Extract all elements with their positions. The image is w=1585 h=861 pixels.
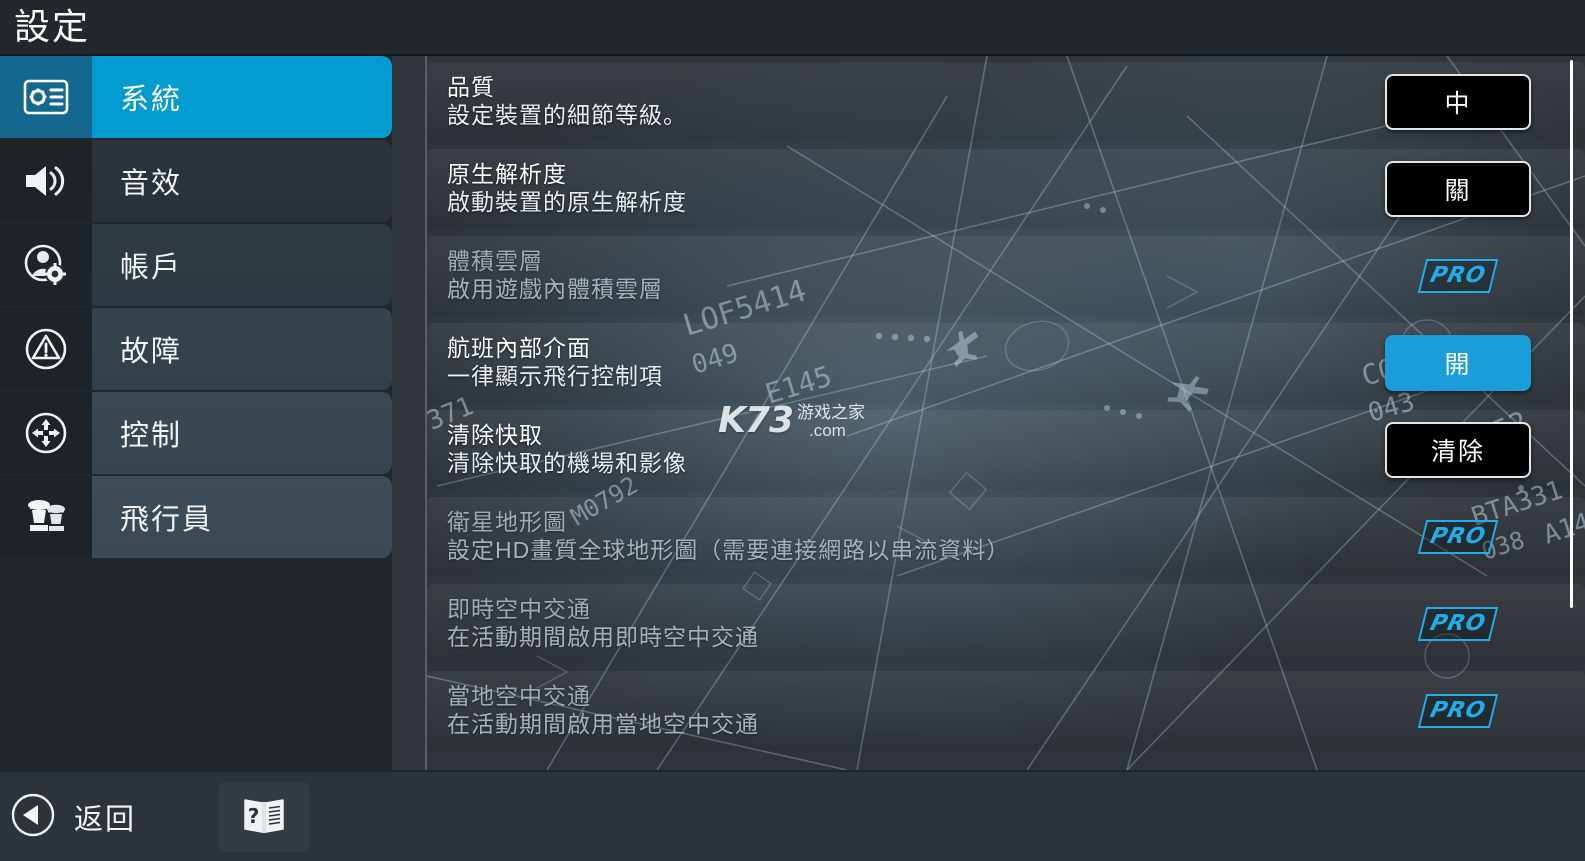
row-control: PRO: [1333, 671, 1583, 751]
sidebar-item-controls-labelbox: 控制: [92, 392, 392, 474]
row-title: 即時空中交通: [447, 596, 591, 622]
row-title: 航班內部介面: [447, 335, 591, 361]
row-title: 清除快取: [447, 422, 543, 448]
row-description: 在活動期間啟用當地空中交通: [447, 711, 759, 737]
sidebar-item-account[interactable]: 帳戶: [0, 224, 392, 306]
sidebar-item-controls[interactable]: 控制: [0, 392, 392, 474]
row-control: 關: [1333, 149, 1583, 229]
in-flight-ui-toggle-button[interactable]: 開: [1385, 335, 1531, 391]
row-control: 開: [1333, 323, 1583, 403]
row-description: 在活動期間啟用即時空中交通: [447, 624, 759, 650]
setting-row-quality[interactable]: 品質 設定裝置的細節等級。 中: [427, 62, 1585, 142]
row-control: 中: [1333, 62, 1583, 142]
row-text: 品質 設定裝置的細節等級。: [447, 74, 687, 130]
native-resolution-toggle-button[interactable]: 關: [1385, 161, 1531, 217]
row-control: PRO: [1333, 497, 1583, 577]
sidebar-item-audio[interactable]: 音效: [0, 140, 392, 222]
row-text: 體積雲層 啟用遊戲內體積雲層: [447, 248, 663, 304]
row-text: 即時空中交通 在活動期間啟用即時空中交通: [447, 596, 759, 652]
sidebar-item-system[interactable]: 系統: [0, 56, 392, 138]
row-description: 啟用遊戲內體積雲層: [447, 276, 663, 302]
settings-panel: LOF5414 049 E145 COA186 043 B752 BTA331 …: [392, 56, 1585, 770]
settings-screen: 設定 系統 音效 帳戶 故障 控制 飛行員 LOF5414 049 E145 0…: [0, 0, 1585, 861]
sidebar-item-pilots-labelbox: 飛行員: [92, 476, 392, 558]
row-text: 清除快取 清除快取的機場和影像: [447, 422, 687, 478]
sidebar-item-label: 帳戶: [120, 252, 183, 284]
account-gear-icon: [0, 224, 92, 306]
clear-cache-button[interactable]: 清除: [1385, 422, 1531, 478]
header: 設定: [0, 0, 1585, 56]
row-title: 體積雲層: [447, 248, 543, 274]
pro-badge[interactable]: PRO: [1417, 694, 1499, 728]
row-control: 清除: [1333, 410, 1583, 490]
sidebar-item-account-labelbox: 帳戶: [92, 224, 392, 306]
back-button[interactable]: 返回: [10, 788, 136, 846]
setting-row-native-resolution[interactable]: 原生解析度 啟動裝置的原生解析度 關: [427, 149, 1585, 229]
manual-book-icon: ?: [242, 795, 286, 840]
pro-badge-label: PRO: [1427, 611, 1489, 636]
row-description: 一律顯示飛行控制項: [447, 363, 663, 389]
row-title: 品質: [447, 74, 495, 100]
back-button-label: 返回: [74, 804, 137, 836]
pro-badge-label: PRO: [1427, 263, 1489, 288]
pro-badge[interactable]: PRO: [1417, 607, 1499, 641]
sidebar-item-label: 故障: [120, 336, 183, 368]
row-text: 衛星地形圖 設定HD畫質全球地形圖（需要連接網路以串流資料）: [447, 509, 1010, 565]
back-arrow-icon: [10, 792, 56, 843]
row-title: 衛星地形圖: [447, 509, 567, 535]
quality-value-button[interactable]: 中: [1385, 74, 1531, 130]
sidebar-item-malfunction[interactable]: 故障: [0, 308, 392, 390]
pro-badge-label: PRO: [1427, 698, 1489, 723]
pilots-icon: [0, 476, 92, 558]
sidebar-item-label: 音效: [120, 168, 183, 200]
row-text: 航班內部介面 一律顯示飛行控制項: [447, 335, 663, 391]
manual-button[interactable]: ?: [218, 782, 310, 852]
sidebar-item-label: 系統: [120, 84, 183, 116]
sidebar-item-system-labelbox: 系統: [92, 56, 392, 138]
settings-row-list: 品質 設定裝置的細節等級。 中 原生解析度 啟動裝置的原生解析度 關 體積雲層 …: [427, 56, 1585, 770]
setting-row-volumetric-clouds[interactable]: 體積雲層 啟用遊戲內體積雲層 PRO: [427, 236, 1585, 316]
setting-row-live-air-traffic[interactable]: 即時空中交通 在活動期間啟用即時空中交通 PRO: [427, 584, 1585, 664]
pro-badge-label: PRO: [1427, 524, 1489, 549]
setting-row-satellite-terrain[interactable]: 衛星地形圖 設定HD畫質全球地形圖（需要連接網路以串流資料） PRO: [427, 497, 1585, 577]
sidebar-item-label: 飛行員: [120, 504, 214, 536]
bottom-bar: 返回 ?: [0, 770, 1585, 861]
sidebar-item-malfunction-labelbox: 故障: [92, 308, 392, 390]
sidebar: 系統 音效 帳戶 故障 控制 飛行員: [0, 56, 392, 770]
row-description: 啟動裝置的原生解析度: [447, 189, 687, 215]
sidebar-item-audio-labelbox: 音效: [92, 140, 392, 222]
row-description: 清除快取的機場和影像: [447, 450, 687, 476]
pro-badge[interactable]: PRO: [1417, 520, 1499, 554]
setting-row-clear-cache[interactable]: 清除快取 清除快取的機場和影像 清除: [427, 410, 1585, 490]
row-text: 原生解析度 啟動裝置的原生解析度: [447, 161, 687, 217]
sidebar-item-label: 控制: [120, 420, 183, 452]
dpad-icon: [0, 392, 92, 474]
row-text: 當地空中交通 在活動期間啟用當地空中交通: [447, 683, 759, 739]
row-control: PRO: [1333, 236, 1583, 316]
page-title: 設定: [14, 6, 91, 47]
settings-list-icon: [0, 56, 92, 138]
row-description: 設定裝置的細節等級。: [447, 102, 687, 128]
setting-row-local-air-traffic[interactable]: 當地空中交通 在活動期間啟用當地空中交通 PRO: [427, 671, 1585, 751]
row-title: 當地空中交通: [447, 683, 591, 709]
pro-badge[interactable]: PRO: [1417, 259, 1499, 293]
row-description: 設定HD畫質全球地形圖（需要連接網路以串流資料）: [447, 537, 1011, 563]
warning-icon: [0, 308, 92, 390]
row-control: PRO: [1333, 584, 1583, 664]
sidebar-item-pilots[interactable]: 飛行員: [0, 476, 392, 558]
setting-row-in-flight-ui[interactable]: 航班內部介面 一律顯示飛行控制項 開: [427, 323, 1585, 403]
speaker-icon: [0, 140, 92, 222]
row-title: 原生解析度: [447, 161, 567, 187]
svg-text:?: ?: [248, 804, 260, 828]
